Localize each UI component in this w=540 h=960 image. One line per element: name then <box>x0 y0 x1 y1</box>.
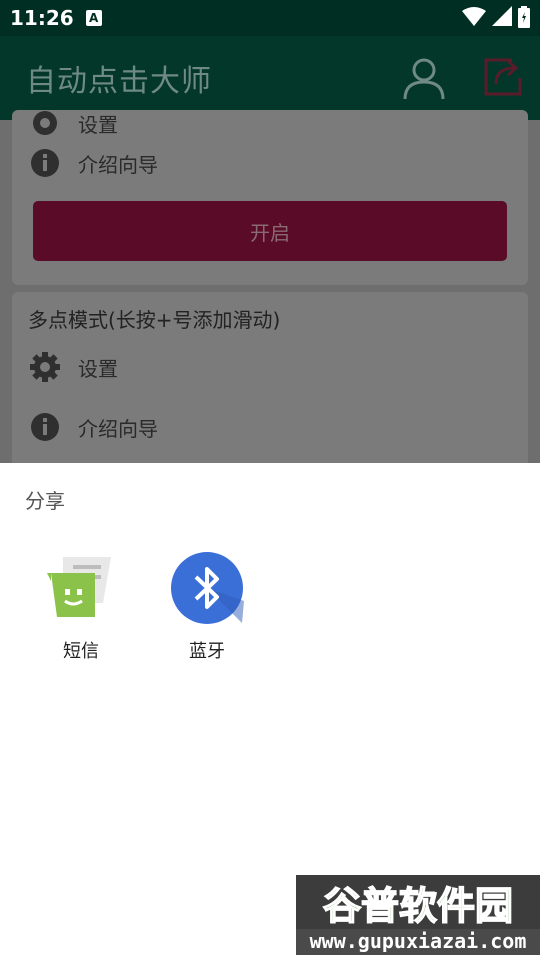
gear-icon <box>30 352 60 382</box>
notification-icon: A <box>85 10 102 26</box>
main-content: 设置 介绍向导 开启 多点模式(长按+号添加滑动) 设置 介绍向导 <box>0 110 540 492</box>
share-icon[interactable] <box>482 56 524 98</box>
start-button[interactable]: 开启 <box>33 201 507 261</box>
settings-label: 设置 <box>78 112 118 137</box>
multi-mode-card: 多点模式(长按+号添加滑动) 设置 介绍向导 <box>12 292 528 492</box>
status-bar: 11:26 A <box>0 0 540 36</box>
wifi-icon <box>462 7 486 26</box>
info-icon <box>30 148 60 178</box>
info-icon <box>30 412 60 442</box>
single-mode-card: 设置 介绍向导 开启 <box>12 110 528 285</box>
guide-row[interactable]: 介绍向导 <box>30 412 158 442</box>
settings-label: 设置 <box>78 356 118 381</box>
watermark-graphic: 谷普软件园 www.gupuxiazai.com <box>296 875 540 955</box>
guide-row[interactable]: 介绍向导 <box>30 148 158 178</box>
share-target-bluetooth[interactable]: 蓝牙 <box>157 551 257 663</box>
settings-row[interactable]: 设置 <box>30 108 118 138</box>
app-title: 自动点击大师 <box>26 64 212 99</box>
watermark: 谷普软件园 www.gupuxiazai.com <box>296 875 540 955</box>
watermark-title: 谷普软件园 <box>323 884 513 928</box>
share-sheet-title: 分享 <box>25 489 65 513</box>
messages-icon <box>47 557 111 617</box>
gear-icon <box>30 108 60 138</box>
guide-label: 介绍向导 <box>78 152 158 177</box>
bluetooth-icon <box>171 552 244 624</box>
status-icons <box>462 6 530 28</box>
watermark-url: www.gupuxiazai.com <box>310 929 527 953</box>
multi-mode-title: 多点模式(长按+号添加滑动) <box>28 308 281 332</box>
account-icon[interactable] <box>402 56 446 100</box>
battery-icon <box>518 6 530 28</box>
guide-label: 介绍向导 <box>78 416 158 441</box>
share-target-label: 蓝牙 <box>189 641 225 662</box>
share-target-messages[interactable]: 短信 <box>31 553 131 663</box>
share-target-label: 短信 <box>63 641 99 662</box>
settings-row[interactable]: 设置 <box>30 352 118 382</box>
status-time: 11:26 <box>10 6 74 30</box>
signal-icon <box>492 6 512 26</box>
